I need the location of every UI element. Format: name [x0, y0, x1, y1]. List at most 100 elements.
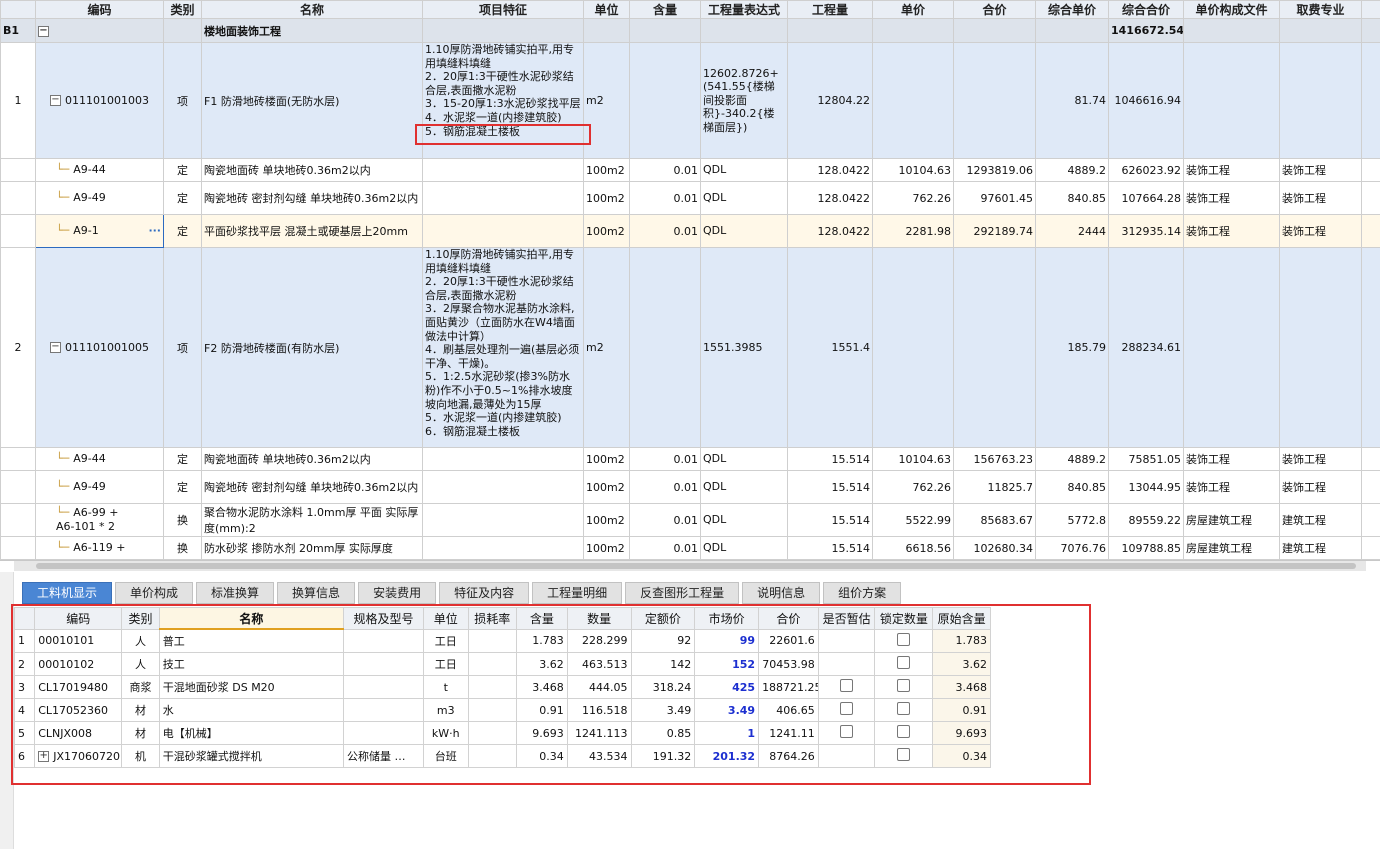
row-expression[interactable]: QDL: [700, 214, 788, 248]
col-header-0[interactable]: 编码: [35, 0, 164, 19]
row-price-file[interactable]: [1183, 247, 1280, 448]
row-fee-spec[interactable]: 装饰工程: [1279, 214, 1362, 248]
row-code[interactable]: └─ A6-99 + A6-101 * 2: [35, 503, 164, 537]
row-feature[interactable]: [422, 503, 584, 537]
row-fee-spec[interactable]: 建筑工程: [1279, 536, 1362, 560]
row-unit: m2: [583, 247, 630, 448]
tab-6[interactable]: 工程量明细: [532, 582, 623, 604]
row-fee-spec[interactable]: 装饰工程: [1279, 447, 1362, 471]
tab-5[interactable]: 特征及内容: [439, 582, 530, 604]
row-code[interactable]: −011101001005: [35, 247, 164, 448]
quota-row[interactable]: └─ A9-49 定陶瓷地砖 密封剂勾缝 单块地砖0.36m2以内 100m2 0.01…: [0, 181, 1380, 215]
col-header-8[interactable]: 单价: [872, 0, 954, 19]
tab-2[interactable]: 标准换算: [196, 582, 275, 604]
row-price-file[interactable]: 装饰工程: [1183, 181, 1280, 215]
col-header-3[interactable]: 项目特征: [422, 0, 584, 19]
tab-9[interactable]: 组价方案: [823, 582, 902, 604]
row-code[interactable]: └─ A9-49: [35, 181, 164, 215]
row-code[interactable]: └─ A6-119 +: [35, 536, 164, 560]
horizontal-scrollbar[interactable]: [14, 561, 1366, 571]
quota-row[interactable]: └─ A9-44 定陶瓷地面砖 单块地砖0.36m2以内 100m2 0.01 QDL 12…: [0, 158, 1380, 182]
row-fee-spec[interactable]: 建筑工程: [1279, 503, 1362, 537]
col-header-11[interactable]: 综合合价: [1108, 0, 1184, 19]
quota-row[interactable]: └─ A9-44 定陶瓷地面砖 单块地砖0.36m2以内 100m2 0.01 QDL 15…: [0, 447, 1380, 471]
col-header-1[interactable]: 类别: [163, 0, 202, 19]
more-icon[interactable]: ···: [148, 224, 161, 237]
row-name[interactable]: 陶瓷地砖 密封剂勾缝 单块地砖0.36m2以内: [201, 181, 423, 215]
col-header-2[interactable]: 名称: [201, 0, 423, 19]
row-expression[interactable]: QDL: [700, 536, 788, 560]
row-feature[interactable]: [422, 214, 584, 248]
tab-4[interactable]: 安装费用: [358, 582, 437, 604]
row-name[interactable]: 平面砂浆找平层 混凝土或硬基层上20mm: [201, 214, 423, 248]
row-expression[interactable]: QDL: [700, 181, 788, 215]
row-fee-spec[interactable]: [1279, 247, 1362, 448]
row-price-file[interactable]: 房屋建筑工程: [1183, 503, 1280, 537]
col-header-14[interactable]: 包: [1361, 0, 1380, 19]
row-feature[interactable]: [422, 447, 584, 471]
row-price-file[interactable]: 装饰工程: [1183, 470, 1280, 504]
tab-3[interactable]: 换算信息: [277, 582, 356, 604]
row-expression[interactable]: QDL: [700, 158, 788, 182]
quota-row[interactable]: └─ A9-49 定陶瓷地砖 密封剂勾缝 单块地砖0.36m2以内 100m2 0.01…: [0, 470, 1380, 504]
row-code[interactable]: └─ A9-49: [35, 470, 164, 504]
quota-row[interactable]: └─ A6-99 + A6-101 * 2 换聚合物水泥防水涂料 1.0mm厚 平面…: [0, 503, 1380, 537]
row-expression[interactable]: 12602.8726+ (541.55{楼梯间投影面积}-340.2{楼梯面层}…: [700, 42, 788, 159]
row-name[interactable]: 防水砂浆 掺防水剂 20mm厚 实际厚度: [201, 536, 423, 560]
row-fee-spec[interactable]: 装饰工程: [1279, 181, 1362, 215]
collapse-icon[interactable]: −: [50, 95, 61, 107]
row-content: 0.01: [629, 470, 701, 504]
col-header-7[interactable]: 工程量: [787, 0, 873, 19]
row-name[interactable]: 聚合物水泥防水涂料 1.0mm厚 平面 实际厚度(mm):2: [201, 503, 423, 537]
collapse-icon[interactable]: −: [38, 25, 49, 37]
row-name[interactable]: 陶瓷地面砖 单块地砖0.36m2以内: [201, 447, 423, 471]
row-feature[interactable]: [422, 158, 584, 182]
row-type: 定: [163, 447, 202, 471]
row-name[interactable]: 陶瓷地面砖 单块地砖0.36m2以内: [201, 158, 423, 182]
tab-7[interactable]: 反查图形工程量: [625, 582, 740, 604]
row-price-file[interactable]: 装饰工程: [1183, 158, 1280, 182]
row-code[interactable]: −011101001003: [35, 42, 164, 159]
row-code[interactable]: └─ A9-44: [35, 447, 164, 471]
row-expression[interactable]: QDL: [700, 447, 788, 471]
col-header-10[interactable]: 综合单价: [1035, 0, 1109, 19]
tab-0[interactable]: 工料机显示: [22, 582, 113, 604]
col-header-13[interactable]: 取费专业: [1279, 0, 1362, 19]
row-feature[interactable]: 1.10厚防滑地砖铺实拍平,用专用填缝料填缝 2．20厚1:3干硬性水泥砂浆结合…: [422, 247, 584, 448]
row-fee-spec[interactable]: [1279, 42, 1362, 159]
row-comp-price: 4889.2: [1035, 447, 1109, 471]
quota-row[interactable]: └─ A6-119 + 换防水砂浆 掺防水剂 20mm厚 实际厚度 100m2 0.01…: [0, 536, 1380, 560]
row-fee-spec[interactable]: 装饰工程: [1279, 470, 1362, 504]
bill-item-row[interactable]: 2−011101001005 项 F2 防滑地砖楼面(有防水层) 1.10厚防滑地砖铺…: [0, 247, 1380, 448]
collapse-icon[interactable]: −: [50, 342, 61, 354]
row-name[interactable]: F2 防滑地砖楼面(有防水层): [201, 247, 423, 448]
row-expression[interactable]: 1551.3985: [700, 247, 788, 448]
row-comp-amount: 109788.85: [1108, 536, 1184, 560]
col-header-4[interactable]: 单位: [583, 0, 630, 19]
row-expression[interactable]: QDL: [700, 470, 788, 504]
bill-item-row[interactable]: 1−011101001003 项 F1 防滑地砖楼面(无防水层) 1.10厚防滑地砖铺…: [0, 42, 1380, 159]
row-price-file[interactable]: 房屋建筑工程: [1183, 536, 1280, 560]
row-feature[interactable]: [422, 181, 584, 215]
col-header-12[interactable]: 单价构成文件: [1183, 0, 1280, 19]
scroll-thumb[interactable]: [36, 563, 1356, 569]
tab-8[interactable]: 说明信息: [742, 582, 821, 604]
row-price-file[interactable]: 装饰工程: [1183, 214, 1280, 248]
col-header-9[interactable]: 合价: [953, 0, 1036, 19]
col-header-6[interactable]: 工程量表达式: [700, 0, 788, 19]
section-row[interactable]: B1 − 楼地面装饰工程 1416672.54: [0, 18, 1380, 43]
row-price-file[interactable]: [1183, 42, 1280, 159]
row-name[interactable]: F1 防滑地砖楼面(无防水层): [201, 42, 423, 159]
quota-row[interactable]: └─ A9-1 ··· 定平面砂浆找平层 混凝土或硬基层上20mm 100m2 0.01 Q…: [0, 214, 1380, 248]
row-feature[interactable]: [422, 536, 584, 560]
row-feature[interactable]: [422, 470, 584, 504]
row-expression[interactable]: QDL: [700, 503, 788, 537]
row-price-file[interactable]: 装饰工程: [1183, 447, 1280, 471]
col-header-5[interactable]: 含量: [629, 0, 701, 19]
tab-1[interactable]: 单价构成: [115, 582, 194, 604]
row-name[interactable]: 陶瓷地砖 密封剂勾缝 单块地砖0.36m2以内: [201, 470, 423, 504]
row-code[interactable]: └─ A9-1 ···: [35, 214, 164, 248]
section-collapse[interactable]: −: [35, 18, 164, 43]
row-code[interactable]: └─ A9-44: [35, 158, 164, 182]
row-fee-spec[interactable]: 装饰工程: [1279, 158, 1362, 182]
